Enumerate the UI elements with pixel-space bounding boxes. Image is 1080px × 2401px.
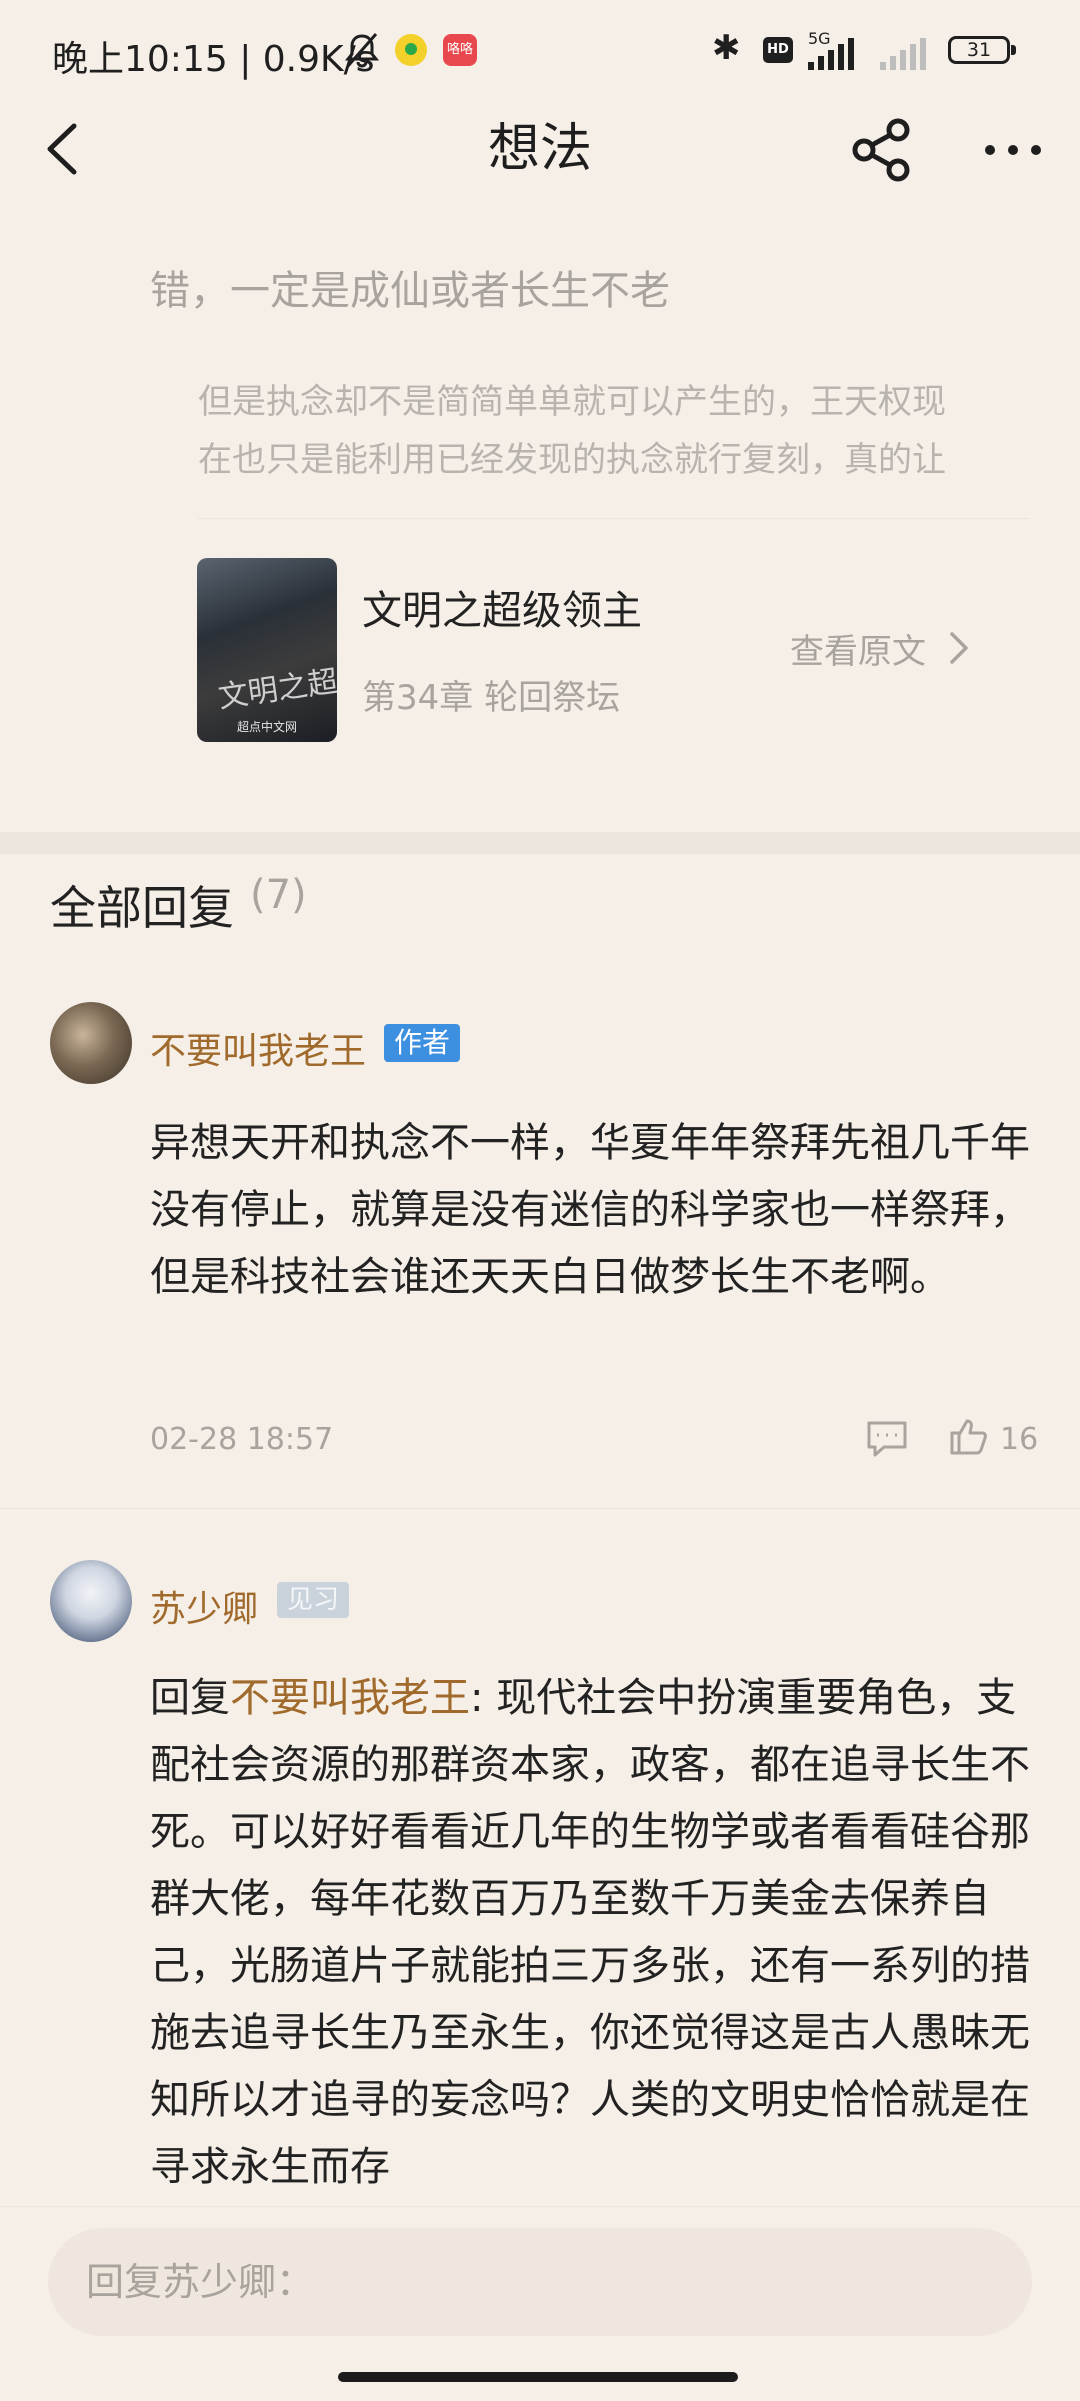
author-badge: 作者	[384, 1024, 461, 1062]
mute-bell-icon	[344, 33, 380, 68]
status-time: 晚上10:15 | 0.9K/s	[52, 39, 375, 80]
thumbs-up-icon[interactable]	[948, 1416, 988, 1456]
cover-publisher: 超点中文网	[236, 720, 297, 734]
replies-heading: 全部回复	[50, 881, 234, 935]
level-badge: 见习	[277, 1582, 350, 1618]
replies-count: (7)	[250, 872, 307, 918]
avatar[interactable]	[50, 1002, 132, 1084]
home-indicator[interactable]	[338, 2372, 738, 2382]
back-chevron-icon[interactable]	[40, 118, 84, 180]
comment-text: 异想天开和执念不一样，华夏年年祭拜先祖几千年没有停止，就算是没有迷信的科学家也一…	[150, 1120, 1030, 1300]
quote-line: 但是执念却不是简简单单就可以产生的，王天权现	[198, 382, 946, 422]
reply-body: : 现代社会中扮演重要角色，支配社会资源的那群资本家，政客，都在追寻长生不死。可…	[150, 1675, 1030, 2190]
comment-reply-icon[interactable]	[866, 1418, 908, 1458]
network-label: 5G	[808, 29, 831, 48]
reply-prefix: 回复	[150, 1675, 230, 1721]
divider	[198, 518, 1030, 519]
hd-icon: HD	[763, 37, 793, 63]
quote-line: 在也只是能利用已经发现的执念就行复刻，真的让	[198, 440, 946, 480]
reply-input[interactable]	[48, 2228, 1032, 2336]
reply-to-username[interactable]: 不要叫我老王	[230, 1675, 470, 1721]
comment-username[interactable]: 不要叫我老王	[150, 1022, 366, 1074]
share-icon[interactable]	[850, 118, 914, 182]
comment-time: 02-28 18:57	[150, 1422, 334, 1457]
bluetooth-icon: ✱	[712, 28, 741, 68]
comment-text: 回复不要叫我老王: 现代社会中扮演重要角色，支配社会资源的那群资本家，政客，都在…	[150, 1665, 1030, 2201]
status-bar: 晚上10:15 | 0.9K/s 咯咯 ✱ HD 5G 31	[0, 0, 1080, 100]
comment-username[interactable]: 苏少卿	[150, 1580, 258, 1632]
book-cover[interactable]: 文明之超级领主 超点中文网	[197, 558, 337, 742]
cover-title: 文明之超级领主	[216, 651, 337, 716]
more-icon[interactable]	[982, 130, 1044, 170]
divider	[0, 1508, 1080, 1509]
notification-app-icon: 咯咯	[443, 34, 477, 66]
section-gap	[0, 832, 1080, 854]
thought-text: 错，一定是成仙或者长生不老	[150, 268, 670, 314]
avatar[interactable]	[50, 1560, 132, 1642]
chapter-title: 第34章 轮回祭坛	[362, 678, 621, 718]
signal-icon: 5G	[808, 29, 926, 70]
battery-indicator: 31	[948, 36, 1016, 64]
page-title: 想法	[487, 119, 592, 179]
like-count: 16	[1000, 1422, 1039, 1457]
chevron-right-icon[interactable]	[948, 630, 970, 666]
view-original-link[interactable]: 查看原文	[790, 624, 926, 673]
quoted-excerpt: 但是执念却不是简简单单就可以产生的，王天权现 在也只是能利用已经发现的执念就行复…	[198, 373, 998, 489]
book-title[interactable]: 文明之超级领主	[362, 578, 642, 636]
notification-app-icon	[395, 34, 427, 66]
